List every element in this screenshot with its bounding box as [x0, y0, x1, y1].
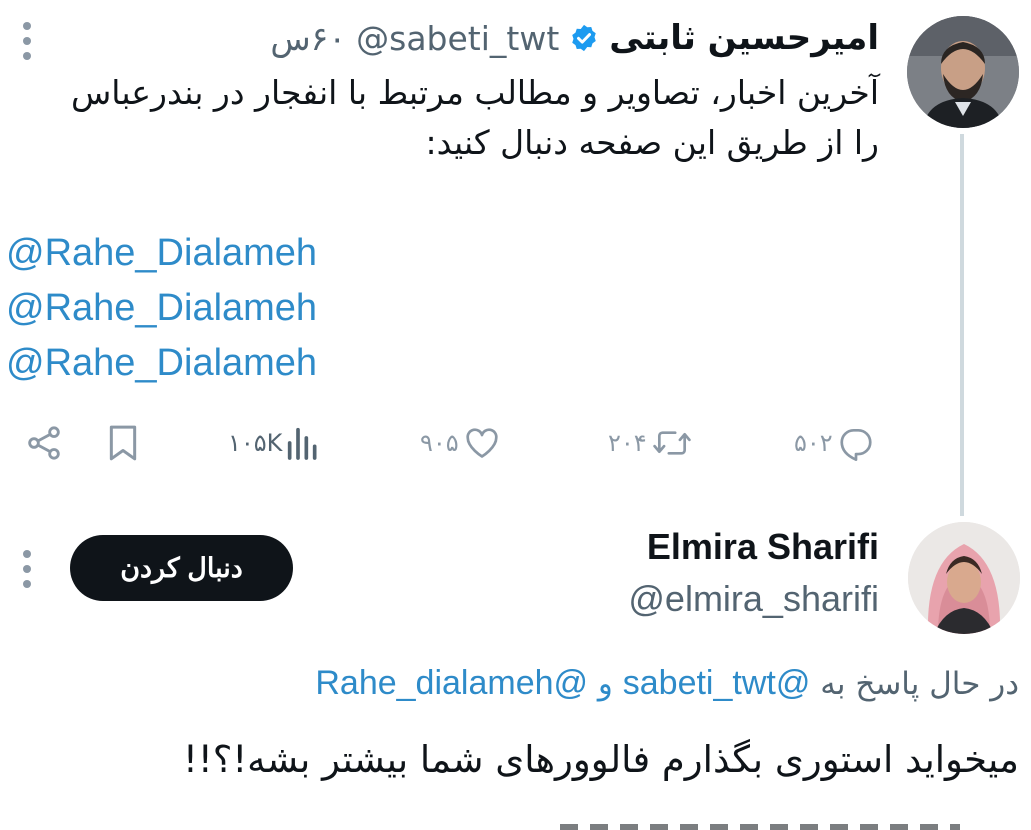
tweet2-body: میخواید استوری بگذارم فالوورهای شما بیشت…: [183, 738, 1019, 781]
retweet-icon: [652, 431, 691, 455]
reply-button[interactable]: ۵۰۲: [794, 418, 875, 468]
mention-link[interactable]: @Rahe_Dialameh: [6, 232, 317, 275]
replying-and: و: [597, 666, 613, 702]
tweet1-actions: ۱۰۵K ۹۰۵ ۲۰۴ ۵۰۲: [20, 418, 890, 468]
reply-icon: [840, 428, 872, 461]
like-icon: [466, 428, 498, 458]
follow-button[interactable]: دنبال کردن: [70, 535, 293, 601]
mention-link[interactable]: @Rahe_Dialameh: [6, 287, 317, 330]
like-count: ۹۰۵: [420, 429, 459, 457]
tweet-text-line: آخرین اخبار، تصاویر و مطالب مرتبط با انف…: [71, 73, 879, 112]
like-button[interactable]: ۹۰۵: [420, 418, 501, 468]
author-name[interactable]: امیرحسین ثابتی: [609, 18, 879, 58]
tweet-text-line: را از طریق این صفحه دنبال کنید:: [425, 123, 879, 162]
tweet-time[interactable]: ۶۰س: [270, 19, 346, 58]
reply-count: ۵۰۲: [794, 429, 833, 457]
mention-link[interactable]: @sabeti_twt: [623, 664, 811, 702]
views-button[interactable]: ۱۰۵K: [228, 418, 320, 468]
author-name[interactable]: Elmira Sharifi: [647, 526, 879, 568]
mention-link[interactable]: @Rahe_dialameh: [315, 664, 588, 702]
bookmark-icon: [109, 425, 137, 461]
share-icon: [28, 426, 60, 460]
avatar-sabeti[interactable]: [907, 16, 1019, 128]
replying-prefix: در حال پاسخ به: [820, 666, 1019, 702]
views-icon: [288, 427, 317, 460]
bookmark-button[interactable]: [106, 418, 140, 468]
author-handle[interactable]: @sabeti_twt: [356, 19, 559, 58]
views-count: ۱۰۵K: [228, 429, 283, 457]
mention-link[interactable]: @Rahe_Dialameh: [6, 342, 317, 385]
avatar-elmira[interactable]: [908, 522, 1020, 634]
verified-badge-icon: [572, 24, 597, 52]
retweet-button[interactable]: ۲۰۴: [608, 418, 693, 468]
share-button[interactable]: [24, 418, 64, 468]
tweet1-body: آخرین اخبار، تصاویر و مطالب مرتبط با انف…: [19, 68, 879, 168]
replying-to: در حال پاسخ به @sabeti_twt و @Rahe_diala…: [315, 664, 1019, 703]
more-icon[interactable]: [23, 550, 31, 588]
author-handle[interactable]: @elmira_sharifi: [628, 578, 879, 620]
more-icon[interactable]: [23, 22, 31, 60]
tweet1-header: امیرحسین ثابتی @sabeti_twt ۶۰س: [270, 14, 879, 62]
truncated-text-line: [560, 812, 960, 830]
retweet-count: ۲۰۴: [608, 429, 647, 457]
thread-connector-line: [960, 134, 964, 516]
